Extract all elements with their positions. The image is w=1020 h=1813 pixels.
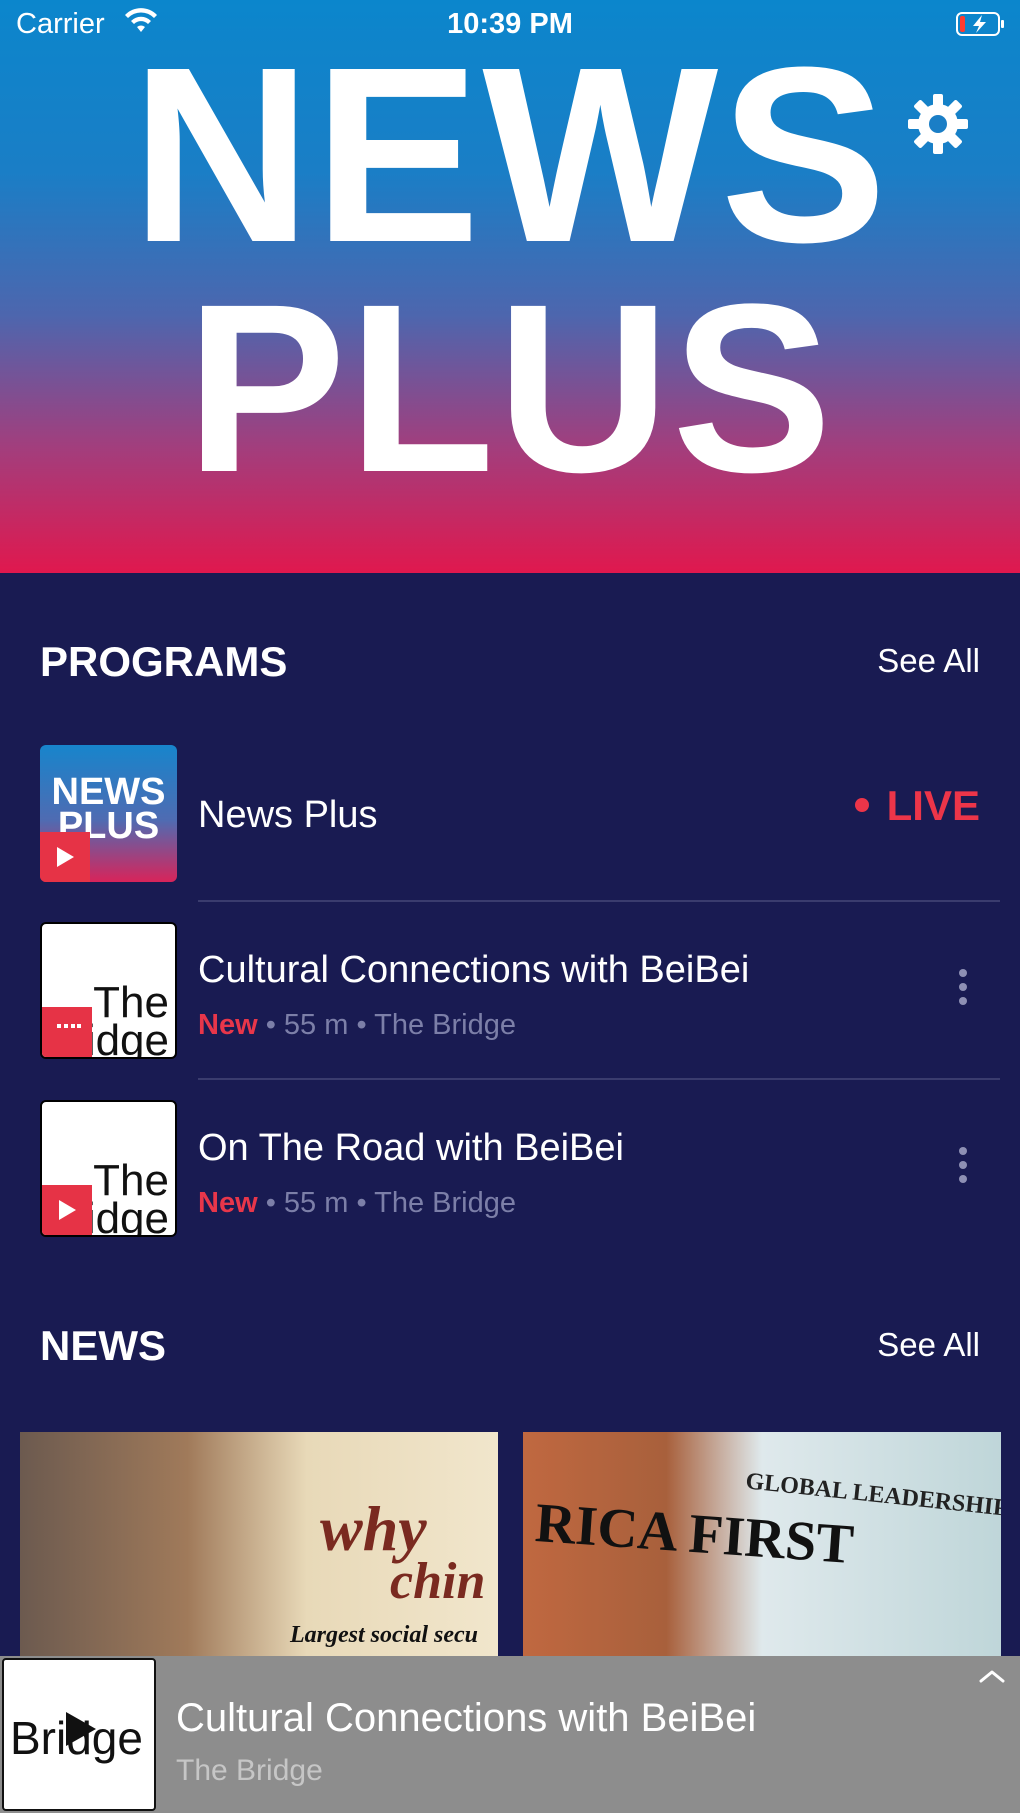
programs-see-all-button[interactable]: See All	[877, 642, 980, 680]
news-header: NEWS See All	[40, 1322, 980, 1372]
player-artwork: Bridge	[2, 1658, 156, 1811]
mini-player[interactable]: Bridge Cultural Connections with BeiBei …	[0, 1656, 1020, 1813]
more-options-icon[interactable]	[958, 1145, 968, 1185]
hero-title-plus: PLUS	[185, 254, 835, 522]
program-show: The Bridge	[374, 1009, 517, 1041]
chevron-up-icon[interactable]	[978, 1668, 1006, 1684]
program-title: News Plus	[198, 794, 378, 836]
program-row-news-plus[interactable]: NEWS PLUS News Plus LIVE	[0, 730, 1020, 890]
pause-button[interactable]	[42, 1007, 92, 1057]
play-icon	[59, 1200, 76, 1220]
divider	[198, 900, 1000, 902]
program-meta: New • 55 m • The Bridge	[198, 1187, 517, 1219]
program-duration: 55 m	[283, 1009, 349, 1041]
live-indicator: LIVE	[854, 782, 980, 830]
play-icon[interactable]	[64, 1710, 98, 1748]
new-badge: New	[198, 1187, 258, 1219]
news-card[interactable]: why chin Largest social secu	[20, 1432, 498, 1656]
programs-header: PROGRAMS See All	[40, 638, 980, 688]
play-icon	[57, 847, 74, 867]
news-see-all-button[interactable]: See All	[877, 1326, 980, 1364]
news-card-image-text: RICA FIRST	[533, 1491, 856, 1577]
new-badge: New	[198, 1009, 258, 1041]
player-title: Cultural Connections with BeiBei	[176, 1696, 757, 1740]
play-button[interactable]	[40, 832, 90, 882]
program-show: The Bridge	[374, 1187, 517, 1219]
player-subtitle: The Bridge	[176, 1754, 323, 1787]
more-options-icon[interactable]	[958, 967, 968, 1007]
news-title: NEWS	[40, 1322, 166, 1369]
live-label: LIVE	[886, 782, 980, 829]
settings-gear-icon[interactable]	[906, 92, 970, 156]
hero-title-news: NEWS	[131, 15, 889, 294]
program-duration: 55 m	[283, 1187, 349, 1219]
programs-title: PROGRAMS	[40, 638, 288, 685]
program-meta: New • 55 m • The Bridge	[198, 1009, 517, 1041]
program-thumbnail: NEWS PLUS	[40, 745, 177, 882]
hero-banner: Carrier 10:39 PM NEWS PLUS	[0, 0, 1020, 573]
news-card[interactable]: RICA FIRST GLOBAL LEADERSHIP	[523, 1432, 1001, 1656]
live-dot-icon	[854, 797, 869, 812]
program-title: On The Road with BeiBei	[198, 1127, 624, 1169]
play-button[interactable]	[42, 1185, 92, 1235]
program-row-on-the-road[interactable]: The Bridge On The Road with BeiBei New •…	[0, 1085, 1020, 1245]
program-thumbnail: The Bridge	[40, 1100, 177, 1237]
program-title: Cultural Connections with BeiBei	[198, 949, 750, 991]
playing-indicator-icon	[57, 1024, 81, 1028]
news-card-image-text: chin	[390, 1553, 486, 1610]
program-row-cultural-connections[interactable]: The Bridge Cultural Connections with Bei…	[0, 907, 1020, 1067]
program-thumbnail: The Bridge	[40, 922, 177, 1059]
divider	[198, 1078, 1000, 1080]
news-card-caption: Largest social secu	[290, 1622, 478, 1648]
